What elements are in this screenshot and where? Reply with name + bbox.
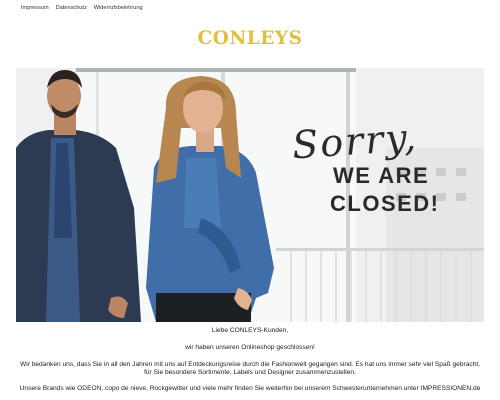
- nav-link-widerrufsbelehrung[interactable]: Widerrufsbelehrung: [94, 5, 143, 11]
- brand-logo[interactable]: CONLEYS: [0, 28, 500, 49]
- top-navigation: Impressum Datenschutz Widerrufsbelehrung: [21, 5, 143, 11]
- closed-notice-text: wir haben unseren Onlineshop geschlossen…: [185, 344, 315, 351]
- hero-headline-line2: CLOSED!: [330, 191, 440, 216]
- impressionen-link[interactable]: IMPRESSIONEN.de: [421, 385, 481, 392]
- brands-paragraph: Unsere Brands wie ODEON, copo de nieve, …: [18, 385, 482, 393]
- greeting-text: Liebe CONLEYS-Kunden,: [211, 327, 289, 334]
- hero-banner: Sorry, WE ARE CLOSED!: [16, 68, 484, 322]
- thanks-paragraph: Wir bedanken uns, dass Sie in all den Ja…: [20, 361, 480, 377]
- brands-text: Unsere Brands wie ODEON, copo de nieve, …: [19, 385, 419, 392]
- nav-link-impressum[interactable]: Impressum: [21, 5, 49, 11]
- hero-headline-line1: WE ARE: [333, 163, 430, 188]
- nav-link-datenschutz[interactable]: Datenschutz: [56, 5, 87, 11]
